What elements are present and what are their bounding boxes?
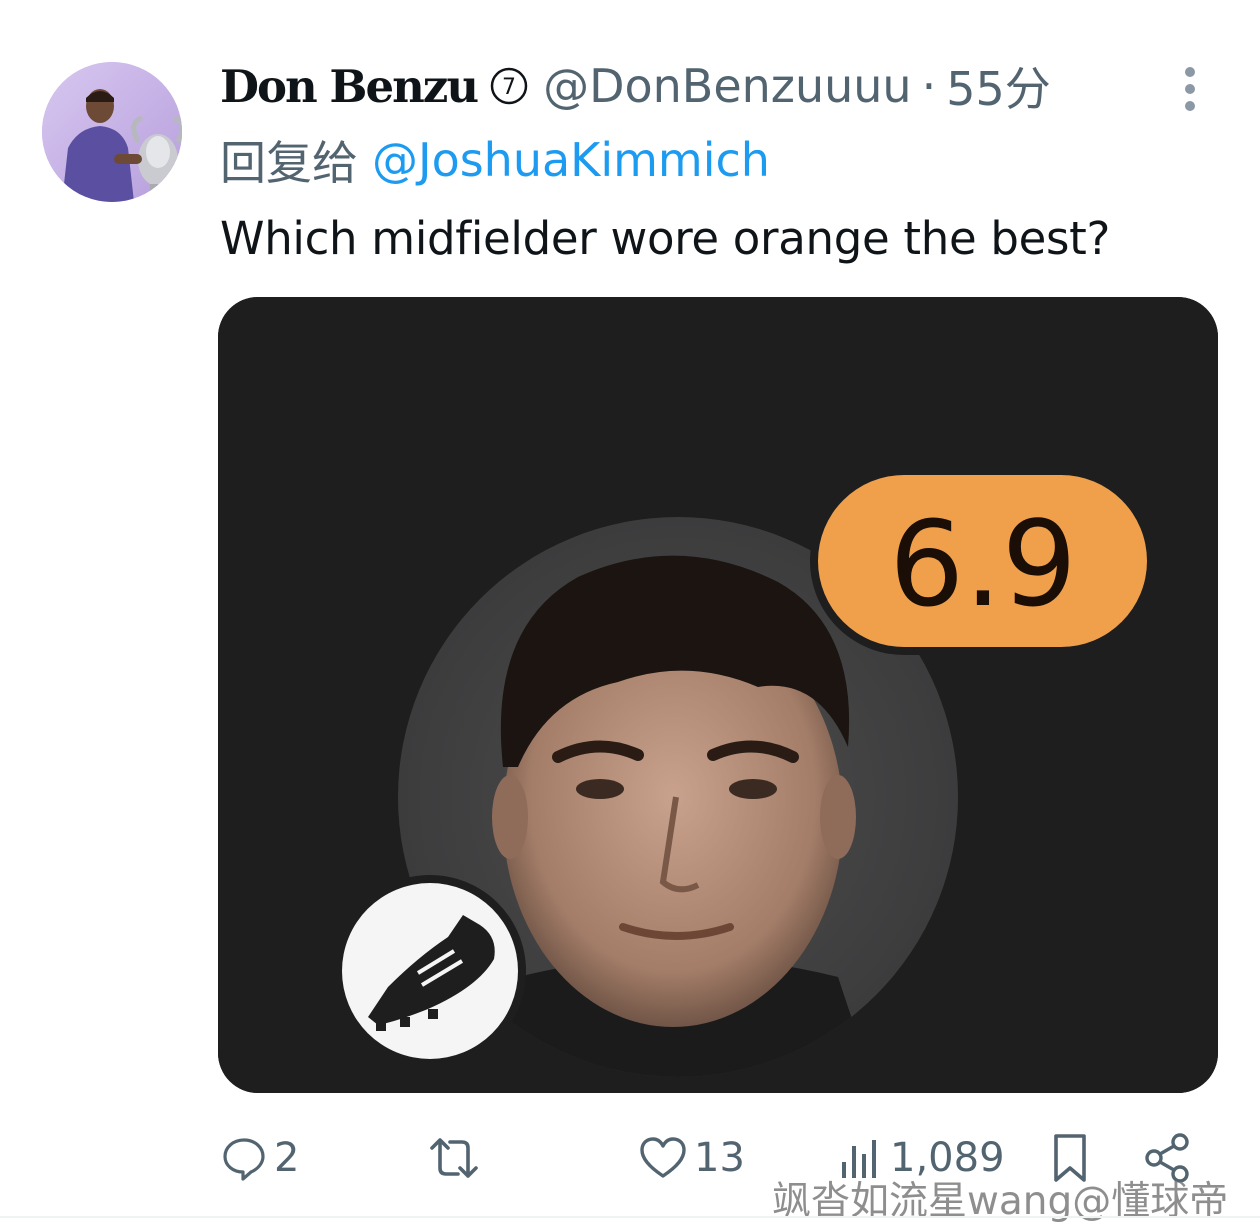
more-options-button[interactable] — [1176, 66, 1204, 112]
football-boot-icon — [334, 875, 526, 1067]
tweet-timestamp[interactable]: 55分 — [946, 53, 1051, 119]
author-handle[interactable]: @DonBenzuuuu — [543, 59, 912, 113]
reply-mention-link[interactable]: @JoshuaKimmich — [372, 133, 770, 187]
separator-dot: · — [921, 59, 937, 113]
reply-button[interactable]: 2 — [220, 1128, 299, 1188]
like-button[interactable]: 13 — [638, 1128, 745, 1188]
reply-context: 回复给 @JoshuaKimmich — [220, 132, 770, 190]
author-avatar[interactable] — [42, 62, 182, 202]
heart-icon — [640, 1137, 686, 1178]
svg-text:7: 7 — [502, 75, 516, 100]
retweet-button[interactable] — [426, 1128, 482, 1188]
player-rating-image: 6.9 — [218, 297, 1218, 1093]
more-vertical-icon — [1185, 67, 1195, 111]
verified-badge-icon: 7 — [490, 67, 528, 105]
bottom-divider — [0, 1216, 1260, 1218]
avatar-image — [42, 62, 182, 202]
like-count: 13 — [694, 1135, 745, 1181]
reply-count: 2 — [274, 1135, 300, 1181]
tweet-media-image[interactable]: 6.9 — [218, 297, 1218, 1093]
player-rating: 6.9 — [889, 495, 1077, 633]
comment-bubble-icon — [223, 1138, 265, 1181]
tweet-header: Don Benzu 7 @DonBenzuuuu · 55分 — [220, 58, 1051, 116]
tweet-text: Which midfielder wore orange the best? — [220, 212, 1111, 265]
reply-prefix: 回复给 — [220, 136, 358, 190]
author-name[interactable]: Don Benzu — [220, 60, 479, 113]
retweet-icon — [430, 1138, 478, 1178]
